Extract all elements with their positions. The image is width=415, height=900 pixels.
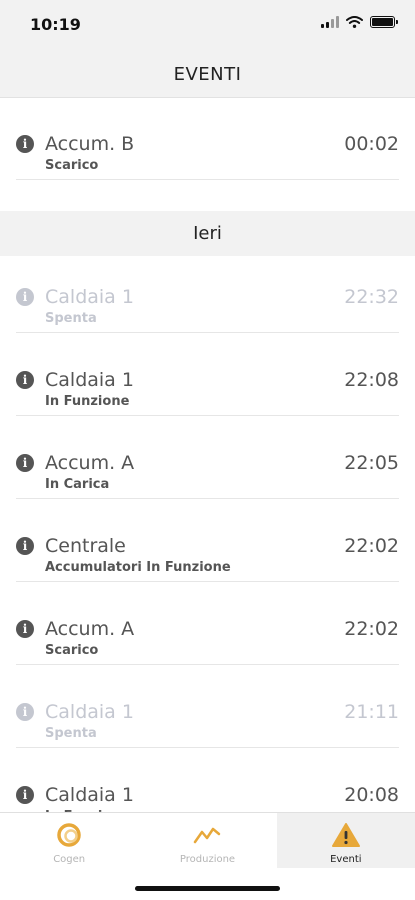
event-name: Caldaia 1 bbox=[45, 369, 134, 391]
event-time: 22:08 bbox=[344, 369, 399, 391]
event-time: 00:02 bbox=[344, 133, 399, 155]
event-state: Accumulatori In Funzione bbox=[45, 560, 231, 575]
tab-label: Eventi bbox=[330, 854, 362, 865]
tab-cogen[interactable]: Cogen bbox=[0, 813, 138, 868]
event-time: 20:08 bbox=[344, 784, 399, 806]
status-time: 10:19 bbox=[30, 15, 81, 34]
event-state: Spenta bbox=[45, 726, 97, 741]
tab-label: Produzione bbox=[179, 854, 236, 865]
section-title: Ieri bbox=[193, 223, 222, 244]
info-icon: i bbox=[16, 371, 34, 389]
wifi-icon bbox=[346, 16, 363, 28]
event-row[interactable]: i Accum. B Scarico 00:02 bbox=[16, 98, 399, 180]
home-indicator[interactable] bbox=[135, 886, 280, 891]
event-row[interactable]: i Caldaia 1 In Funzione 20:08 bbox=[16, 749, 399, 812]
section-header-yesterday: Ieri bbox=[0, 211, 415, 256]
battery-icon bbox=[370, 16, 398, 28]
status-icons bbox=[321, 16, 398, 28]
info-icon: i bbox=[16, 703, 34, 721]
cellular-signal-icon bbox=[321, 16, 339, 28]
event-time: 21:11 bbox=[344, 701, 399, 723]
tab-eventi[interactable]: Eventi bbox=[276, 813, 415, 868]
event-name: Accum. A bbox=[45, 618, 135, 640]
info-icon: i bbox=[16, 537, 34, 555]
tab-bar: Cogen Produzione Eventi bbox=[0, 812, 415, 868]
info-icon: i bbox=[16, 135, 34, 153]
warning-triangle-icon bbox=[331, 823, 360, 847]
event-row[interactable]: i Caldaia 1 Spenta 21:11 bbox=[16, 666, 399, 748]
info-icon: i bbox=[16, 454, 34, 472]
event-state: Spenta bbox=[45, 311, 97, 326]
event-row[interactable]: i Accum. A In Carica 22:05 bbox=[16, 417, 399, 499]
nav-bar: EVENTI bbox=[0, 50, 415, 98]
event-row[interactable]: i Caldaia 1 Spenta 22:32 bbox=[16, 251, 399, 333]
event-row[interactable]: i Centrale Accumulatori In Funzione 22:0… bbox=[16, 500, 399, 582]
event-state: In Carica bbox=[45, 477, 110, 492]
event-state: In Funzione bbox=[45, 394, 130, 409]
trend-line-icon bbox=[194, 827, 221, 844]
event-name: Caldaia 1 bbox=[45, 701, 134, 723]
info-icon: i bbox=[16, 786, 34, 804]
event-state: Scarico bbox=[45, 643, 99, 658]
event-time: 22:32 bbox=[344, 286, 399, 308]
event-row[interactable]: i Caldaia 1 In Funzione 22:08 bbox=[16, 334, 399, 416]
info-icon: i bbox=[16, 288, 34, 306]
event-time: 22:02 bbox=[344, 618, 399, 640]
page-title: EVENTI bbox=[173, 64, 242, 85]
event-time: 22:05 bbox=[344, 452, 399, 474]
cogen-ring-icon bbox=[57, 823, 81, 847]
event-list[interactable]: i Accum. B Scarico 00:02 Ieri i Caldaia … bbox=[0, 98, 415, 812]
event-state: Scarico bbox=[45, 158, 99, 173]
info-icon: i bbox=[16, 620, 34, 638]
event-name: Caldaia 1 bbox=[45, 784, 134, 806]
home-indicator-area bbox=[0, 868, 415, 900]
tab-label: Cogen bbox=[53, 854, 86, 865]
status-bar: 10:19 bbox=[0, 0, 415, 50]
event-time: 22:02 bbox=[344, 535, 399, 557]
event-name: Accum. B bbox=[45, 133, 135, 155]
event-name: Caldaia 1 bbox=[45, 286, 134, 308]
event-name: Accum. A bbox=[45, 452, 135, 474]
event-row[interactable]: i Accum. A Scarico 22:02 bbox=[16, 583, 399, 665]
event-name: Centrale bbox=[45, 535, 126, 557]
tab-produzione[interactable]: Produzione bbox=[138, 813, 276, 868]
